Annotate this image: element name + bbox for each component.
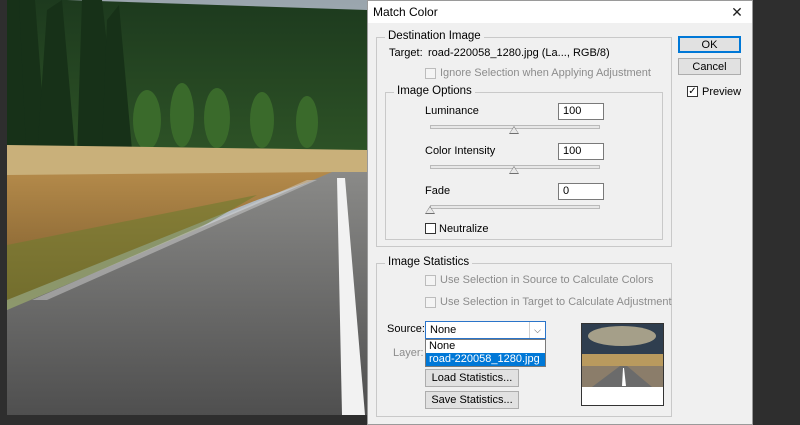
image-options-group-label: Image Options [394, 85, 475, 97]
workspace: Match Color ✕ Destination Image Target: … [0, 0, 800, 425]
use-selection-source-label: Use Selection in Source to Calculate Col… [440, 274, 654, 286]
dialog-title: Match Color [373, 5, 438, 19]
use-selection-target-checkbox[interactable] [425, 297, 436, 308]
fade-slider-track[interactable] [430, 205, 600, 209]
save-statistics-button[interactable]: Save Statistics... [425, 391, 519, 409]
source-thumbnail [581, 323, 664, 406]
source-thumbnail-image [582, 324, 663, 405]
close-icon[interactable]: ✕ [722, 1, 752, 23]
match-color-dialog: Match Color ✕ Destination Image Target: … [367, 0, 753, 425]
destination-group-label: Destination Image [385, 30, 484, 42]
source-label: Source: [387, 323, 425, 335]
color-intensity-label: Color Intensity [425, 145, 496, 157]
use-selection-target-label: Use Selection in Target to Calculate Adj… [440, 296, 672, 308]
color-intensity-slider-thumb[interactable] [509, 166, 519, 174]
document-canvas-photo [7, 0, 367, 415]
load-statistics-button[interactable]: Load Statistics... [425, 369, 519, 387]
luminance-slider-thumb[interactable] [509, 126, 519, 134]
target-value: road-220058_1280.jpg (La..., RGB/8) [428, 47, 610, 59]
layer-label: Layer: [393, 347, 424, 359]
ignore-selection-checkbox[interactable] [425, 68, 436, 79]
preview-label: Preview [702, 86, 742, 98]
source-option-none[interactable]: None [426, 340, 545, 353]
source-dropdown-list: None road-220058_1280.jpg [425, 339, 546, 367]
road-photo [7, 0, 367, 415]
source-option-road[interactable]: road-220058_1280.jpg [426, 353, 545, 366]
fade-label: Fade [425, 185, 451, 197]
image-statistics-group-label: Image Statistics [385, 256, 473, 268]
neutralize-checkbox[interactable] [425, 223, 436, 234]
target-label: Target: [389, 47, 423, 59]
source-dropdown-value: None [430, 324, 457, 336]
chevron-down-icon[interactable]: ⌵ [529, 322, 545, 338]
luminance-field[interactable]: 100 [558, 103, 604, 120]
fade-slider-thumb[interactable] [425, 206, 435, 214]
ignore-selection-label: Ignore Selection when Applying Adjustmen… [440, 67, 651, 79]
cancel-button[interactable]: Cancel [678, 58, 741, 75]
use-selection-source-checkbox[interactable] [425, 275, 436, 286]
ok-button[interactable]: OK [678, 36, 741, 53]
preview-checkbox[interactable]: ✓ [687, 86, 698, 97]
fade-field[interactable]: 0 [558, 183, 604, 200]
title-bar: Match Color ✕ [368, 1, 752, 23]
luminance-label: Luminance [425, 105, 479, 117]
neutralize-label: Neutralize [439, 223, 489, 235]
source-dropdown[interactable]: None ⌵ [425, 321, 546, 339]
color-intensity-field[interactable]: 100 [558, 143, 604, 160]
